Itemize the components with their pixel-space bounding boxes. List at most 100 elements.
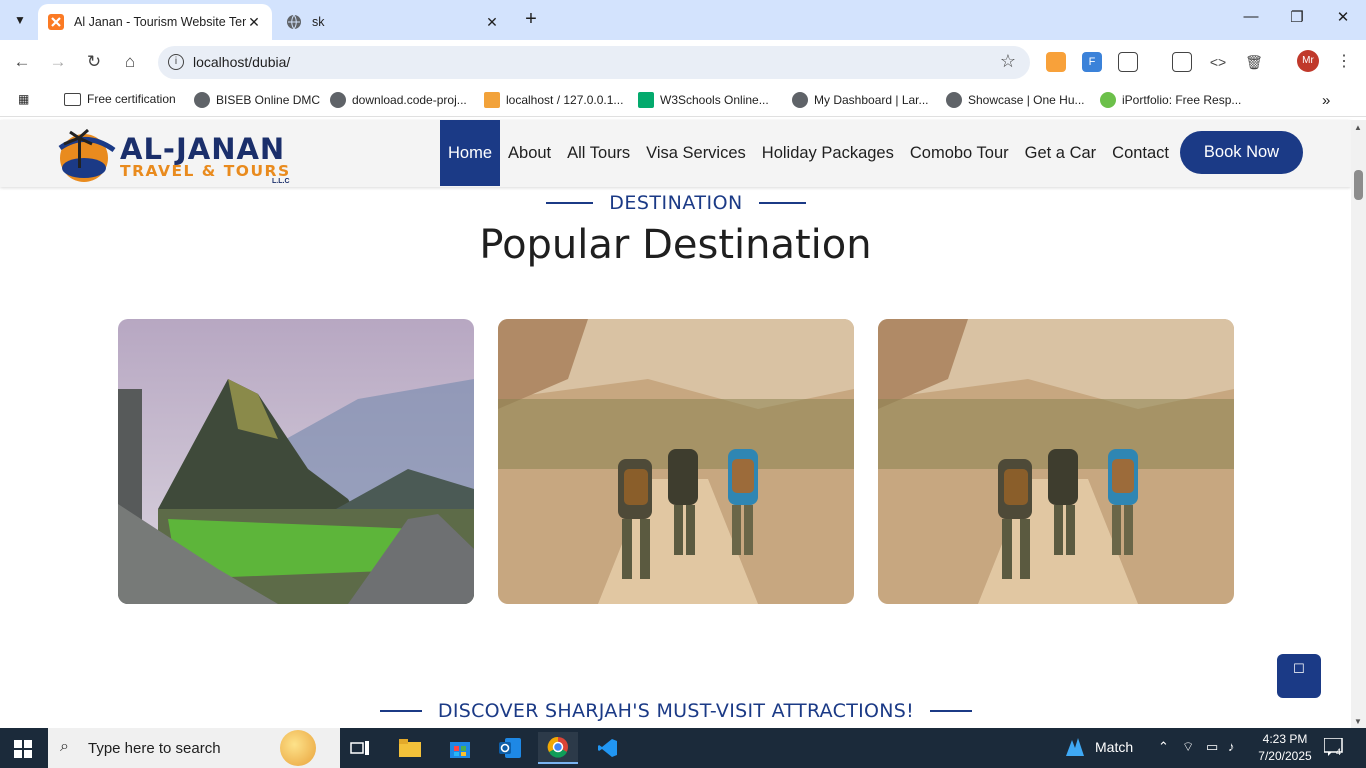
- nav-visa-services[interactable]: Visa Services: [638, 120, 754, 186]
- section-heading: Popular Destination: [479, 222, 872, 268]
- globe-icon: [286, 14, 302, 30]
- bookmark-star-icon[interactable]: ☆: [1000, 51, 1016, 72]
- windows-start-icon[interactable]: [14, 740, 32, 758]
- globe-icon: [330, 92, 346, 108]
- font-extension-icon[interactable]: F: [1082, 52, 1102, 72]
- taskbar-clock[interactable]: 4:23 PM 7/20/2025: [1250, 731, 1320, 765]
- bookmark-showcase[interactable]: Showcase | One Hu...: [946, 92, 1085, 108]
- task-view-icon[interactable]: [340, 732, 380, 764]
- main-nav: Home About All Tours Visa Services Holid…: [440, 120, 1177, 186]
- profile-avatar[interactable]: Mr: [1297, 50, 1319, 72]
- site-header: AL-JANAN TRAVEL & TOURS L.L.C Home About…: [0, 120, 1351, 187]
- nav-all-tours[interactable]: All Tours: [559, 120, 638, 186]
- phpmyadmin-icon: [484, 92, 500, 108]
- show-hidden-icons-chevron-icon[interactable]: ⌃: [1158, 739, 1169, 755]
- tab-sk[interactable]: sk ✕: [276, 4, 510, 40]
- address-bar[interactable]: i localhost/dubia/ ☆: [158, 46, 1030, 79]
- clock-time: 4:23 PM: [1262, 732, 1308, 746]
- destination-card-desert-2[interactable]: [878, 319, 1234, 604]
- divider-line: [758, 202, 806, 204]
- divider-line: [546, 202, 594, 204]
- search-placeholder: Type here to search: [88, 740, 221, 757]
- chrome-icon[interactable]: [538, 732, 578, 764]
- mountain-ruins-image: [118, 319, 474, 604]
- logo-subtitle: TRAVEL & TOURS: [120, 162, 291, 180]
- url-text[interactable]: localhost/dubia/: [193, 54, 290, 70]
- bookmark-iportfolio[interactable]: iPortfolio: Free Resp...: [1100, 92, 1241, 108]
- divider-line: [930, 710, 972, 712]
- kebab-menu-icon[interactable]: ⋮: [1334, 52, 1354, 72]
- tab-title: Al Janan - Tourism Website Tem: [74, 15, 246, 29]
- bookmark-download-code[interactable]: download.code-proj...: [330, 92, 467, 108]
- nav-holiday-packages[interactable]: Holiday Packages: [754, 120, 902, 186]
- bookmark-phpmyadmin[interactable]: localhost / 127.0.0.1...: [484, 92, 623, 108]
- scrollbar-thumb[interactable]: [1354, 170, 1363, 200]
- tab-layout-icon[interactable]: [1172, 52, 1192, 72]
- weather-icon[interactable]: [1064, 736, 1086, 761]
- forward-arrow-icon[interactable]: →: [46, 50, 70, 74]
- globe-icon: [792, 92, 808, 108]
- search-icon: ⌕: [60, 738, 69, 755]
- windows-taskbar: ⌕ Type here to search Match ⌃ ⌔ ▭ ♪ 4:23…: [0, 728, 1366, 768]
- page-scrollbar[interactable]: ▲ ▼: [1351, 120, 1366, 728]
- outlook-icon[interactable]: [490, 732, 530, 764]
- moon-illustration-icon: [280, 730, 316, 766]
- nav-get-a-car[interactable]: Get a Car: [1017, 120, 1105, 186]
- close-tab-icon[interactable]: ✕: [484, 14, 500, 31]
- logo-llc: L.L.C: [272, 178, 290, 185]
- tab-aljanan[interactable]: Al Janan - Tourism Website Tem ✕: [38, 4, 272, 40]
- code-icon[interactable]: <>: [1208, 52, 1228, 72]
- divider-line: [380, 710, 422, 712]
- desert-hikers-image: [498, 319, 854, 604]
- home-icon[interactable]: ⌂: [118, 50, 142, 74]
- nav-comobo-tour[interactable]: Comobo Tour: [902, 120, 1017, 186]
- new-tab-plus-icon[interactable]: +: [520, 9, 542, 31]
- bookmark-biseb[interactable]: BISEB Online DMC: [194, 92, 320, 108]
- destination-card-desert[interactable]: [498, 319, 854, 604]
- close-tab-icon[interactable]: ✕: [246, 14, 262, 31]
- battery-icon[interactable]: ▭: [1206, 739, 1218, 755]
- reload-icon[interactable]: ↻: [82, 50, 106, 74]
- browser-tab-bar: ▼ Al Janan - Tourism Website Tem ✕ sk ✕ …: [0, 0, 1366, 40]
- globe-icon: [194, 92, 210, 108]
- taskbar-search[interactable]: ⌕ Type here to search: [48, 728, 340, 768]
- more-bookmarks-chevron-icon[interactable]: »: [1322, 92, 1330, 109]
- restore-icon[interactable]: ❐: [1274, 8, 1320, 32]
- scroll-up-icon[interactable]: ▲: [1354, 123, 1362, 132]
- tab-search-button[interactable]: ▼: [8, 8, 32, 32]
- site-logo[interactable]: AL-JANAN TRAVEL & TOURS L.L.C: [52, 124, 302, 185]
- bookmark-dashboard[interactable]: My Dashboard | Lar...: [792, 92, 929, 108]
- book-now-button[interactable]: Book Now: [1180, 131, 1303, 174]
- bookmarks-bar: ▦ Free certification BISEB Online DMC do…: [0, 84, 1366, 117]
- destination-card-mountain[interactable]: [118, 319, 474, 604]
- weather-text[interactable]: Match: [1095, 739, 1133, 755]
- palm-globe-logo-icon: [58, 128, 116, 182]
- bookmark-w3schools[interactable]: W3Schools Online...: [638, 92, 769, 108]
- minimize-icon[interactable]: —: [1228, 8, 1274, 32]
- w3schools-icon: [638, 92, 654, 108]
- extensions-puzzle-icon[interactable]: [1118, 52, 1138, 72]
- nav-contact[interactable]: Contact: [1104, 120, 1177, 186]
- scroll-down-icon[interactable]: ▼: [1354, 717, 1362, 726]
- store-icon[interactable]: [440, 732, 480, 764]
- apps-grid-icon[interactable]: ▦: [18, 92, 29, 106]
- bookmark-free-certification[interactable]: Free certification: [64, 92, 176, 106]
- back-arrow-icon[interactable]: ←: [10, 50, 34, 74]
- fox-extension-icon[interactable]: [1046, 52, 1066, 72]
- vscode-icon[interactable]: [588, 732, 628, 764]
- notification-badge: 4: [1336, 747, 1342, 757]
- desert-hikers-image: [878, 319, 1234, 604]
- nav-home[interactable]: Home: [440, 120, 501, 186]
- section-label: DESTINATION: [546, 190, 806, 216]
- trash-icon[interactable]: 🗑: [1244, 52, 1264, 72]
- volume-icon[interactable]: ♪: [1228, 739, 1235, 754]
- file-explorer-icon[interactable]: [390, 732, 430, 764]
- site-info-icon[interactable]: i: [168, 54, 184, 70]
- leaf-icon: [1100, 92, 1116, 108]
- window-close-icon[interactable]: ✕: [1320, 8, 1366, 32]
- network-icon[interactable]: ⌔: [1182, 739, 1194, 755]
- folder-icon: [64, 92, 81, 106]
- chat-icon[interactable]: ☐: [1277, 654, 1321, 698]
- nav-about[interactable]: About: [500, 120, 559, 186]
- tab-title: sk: [312, 15, 325, 29]
